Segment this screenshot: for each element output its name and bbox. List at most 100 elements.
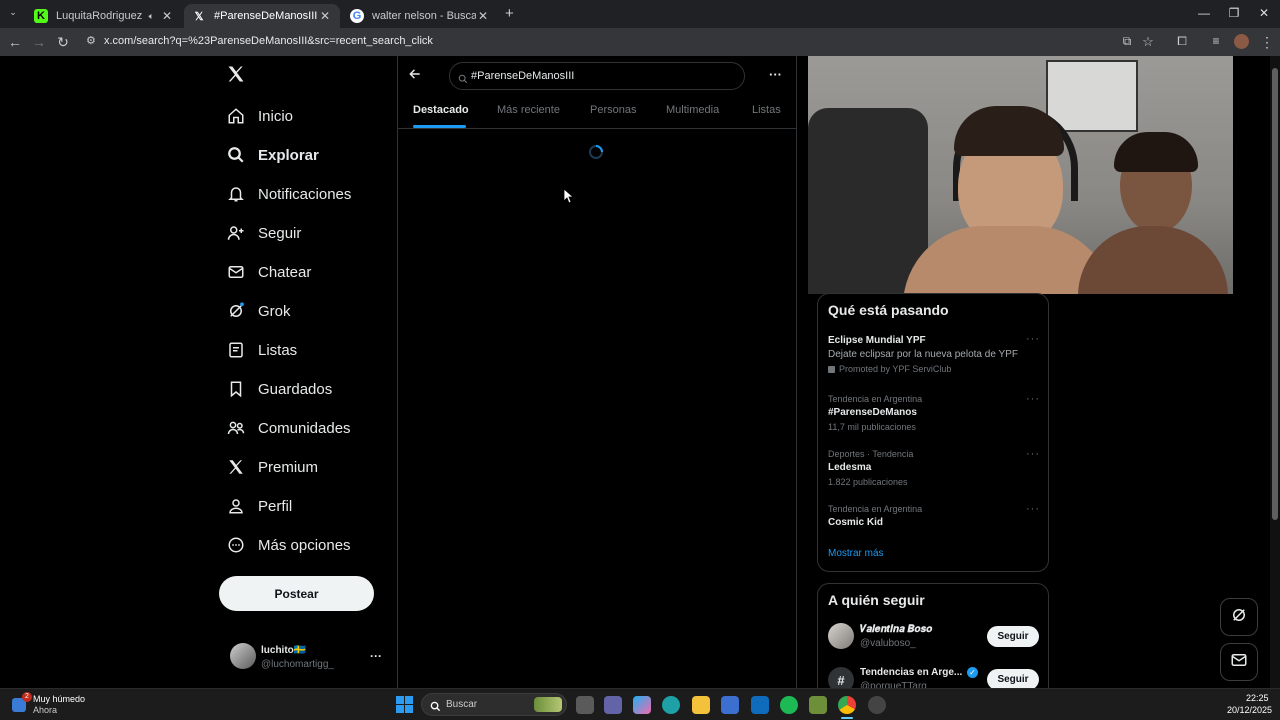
tab-destacado[interactable]: Destacado <box>413 104 469 116</box>
suggested-user-name[interactable]: 𝑽𝒂𝒍𝒆𝒏𝒕𝒊𝒏𝒂 𝑩𝒐𝒔𝒐 <box>860 624 932 635</box>
copilot-icon[interactable] <box>633 696 651 714</box>
site-info-icon[interactable]: ⚙︎ <box>86 34 96 47</box>
tab-mas-reciente[interactable]: Más reciente <box>497 104 560 116</box>
trend-item[interactable]: Deportes · Tendencia Ledesma 1.822 publi… <box>828 449 913 487</box>
trend-more-icon[interactable]: ··· <box>1026 503 1040 515</box>
more-circle-icon <box>226 535 246 555</box>
extensions-icon[interactable]: ⧠ <box>1173 34 1191 49</box>
back-arrow-icon[interactable] <box>408 67 422 86</box>
sidebar-item-inicio[interactable]: Inicio <box>226 102 293 130</box>
minecraft-icon[interactable] <box>809 696 827 714</box>
start-button-icon[interactable] <box>396 696 413 713</box>
grok-icon <box>1230 606 1248 629</box>
clock-date[interactable]: 20/12/2025 <box>1227 705 1272 715</box>
profile-avatar[interactable] <box>1234 34 1249 49</box>
search-input[interactable]: #ParenseDeManosIII <box>449 62 745 90</box>
trend-item[interactable]: Eclipse Mundial YPF Dejate eclipsar por … <box>828 335 1028 374</box>
sidebar-item-seguir[interactable]: Seguir <box>226 219 301 247</box>
close-window-icon[interactable]: ✕ <box>1254 6 1274 20</box>
task-view-icon[interactable] <box>576 696 594 714</box>
tab-multimedia[interactable]: Multimedia <box>666 104 719 116</box>
sidebar-item-guardados[interactable]: Guardados <box>226 375 332 403</box>
tab-x-search[interactable]: 𝕏 #ParenseDeManosIII - Buscar / ✕ <box>184 4 340 28</box>
address-bar[interactable]: ⚙︎ x.com/search?q=%23ParenseDeManosIII&s… <box>80 31 1110 53</box>
taskbar-search-input[interactable]: Buscar <box>421 693 567 716</box>
sidebar-item-notificaciones[interactable]: Notificaciones <box>226 180 351 208</box>
x-logo-icon <box>226 457 246 477</box>
spotify-icon[interactable] <box>780 696 798 714</box>
avatar[interactable] <box>828 623 854 649</box>
sidebar-item-explorar[interactable]: Explorar <box>226 141 319 169</box>
x-page: Inicio Explorar Notificaciones Seguir Ch… <box>0 56 1280 688</box>
mouse-cursor-icon <box>563 188 575 209</box>
verified-badge-icon: ✓ <box>967 667 978 678</box>
tab-listas[interactable]: Listas <box>752 104 781 116</box>
active-app-indicator <box>841 717 853 719</box>
close-tab-icon[interactable]: ✕ <box>318 9 332 23</box>
trend-more-icon[interactable]: ··· <box>1026 448 1040 460</box>
app-icon[interactable] <box>868 696 886 714</box>
account-more-icon[interactable]: ··· <box>370 649 382 663</box>
search-icon <box>430 699 441 717</box>
sidebar-item-premium[interactable]: Premium <box>226 453 318 481</box>
grok-float-button[interactable] <box>1220 598 1258 636</box>
windows-taskbar: 2 Muy húmedo Ahora Buscar 22:25 20/12/20… <box>0 688 1280 720</box>
tab-google-search[interactable]: G walter nelson - Buscar con Goo ✕ <box>342 4 498 28</box>
page-scrollbar[interactable] <box>1270 56 1280 688</box>
account-switcher[interactable]: luchito🇸🇪 @luchomartigg_ ··· <box>228 641 388 675</box>
minimize-icon[interactable]: — <box>1194 6 1214 20</box>
trend-item[interactable]: Tendencia en Argentina #ParenseDeManos 1… <box>828 394 922 432</box>
suggested-user-name[interactable]: Tendencias en Arge... <box>860 667 962 678</box>
sidebar-item-grok[interactable]: Grok <box>226 297 291 325</box>
tab-search-button[interactable]: ⌄ <box>6 7 20 21</box>
post-button[interactable]: Postear <box>219 576 374 611</box>
install-app-icon[interactable]: ⧉ <box>1118 34 1136 49</box>
suggested-user-handle: @valuboso_ <box>860 638 916 649</box>
x-logo-icon[interactable] <box>226 64 246 90</box>
reload-icon[interactable]: ↻ <box>54 34 72 51</box>
mail-icon <box>226 262 246 282</box>
messages-float-button[interactable] <box>1220 643 1258 681</box>
loading-spinner-icon <box>588 144 604 165</box>
outlook-icon[interactable] <box>751 696 769 714</box>
sidebar-item-perfil[interactable]: Perfil <box>226 492 292 520</box>
clock-time[interactable]: 22:25 <box>1246 693 1269 703</box>
bookmark-star-icon[interactable]: ☆ <box>1139 34 1157 50</box>
follow-button[interactable]: Seguir <box>987 626 1039 647</box>
chrome-icon[interactable] <box>838 696 856 714</box>
tab-kick-stream[interactable]: K LuquitaRodriguez Stream - 🔈︎ ✕ <box>26 4 182 28</box>
maximize-icon[interactable]: ❐ <box>1224 6 1244 20</box>
weather-widget[interactable]: 2 Muy húmedo Ahora <box>10 692 110 718</box>
new-tab-button[interactable]: + <box>505 5 514 22</box>
teams-icon[interactable] <box>604 696 622 714</box>
sidebar-item-listas[interactable]: Listas <box>226 336 297 364</box>
url-text: x.com/search?q=%23ParenseDeManosIII&src=… <box>104 35 433 47</box>
trend-more-icon[interactable]: ··· <box>1026 393 1040 405</box>
show-more-link[interactable]: Mostrar más <box>828 548 884 559</box>
bell-icon <box>226 184 246 204</box>
search-more-icon[interactable]: ··· <box>769 67 782 82</box>
trend-more-icon[interactable]: ··· <box>1026 333 1040 345</box>
sidebar-item-chatear[interactable]: Chatear <box>226 258 311 286</box>
sidebar-item-mas-opciones[interactable]: Más opciones <box>226 531 351 559</box>
close-tab-icon[interactable]: ✕ <box>476 9 490 23</box>
edge-icon[interactable] <box>662 696 680 714</box>
file-explorer-icon[interactable] <box>692 696 710 714</box>
google-icon: G <box>350 9 364 23</box>
avatar[interactable]: # <box>828 667 854 688</box>
follow-button[interactable]: Seguir <box>987 669 1039 688</box>
trend-item[interactable]: Tendencia en Argentina Cosmic Kid <box>828 504 922 528</box>
close-tab-icon[interactable]: ✕ <box>160 9 174 23</box>
speaker-icon[interactable]: 🔈︎ <box>149 11 154 22</box>
browser-menu-icon[interactable]: ⋮ <box>1258 34 1276 51</box>
kick-icon: K <box>34 9 48 23</box>
sidebar-item-comunidades[interactable]: Comunidades <box>226 414 351 442</box>
scrollbar-thumb[interactable] <box>1272 68 1278 520</box>
store-icon[interactable] <box>721 696 739 714</box>
back-icon[interactable]: ← <box>6 34 24 50</box>
media-control-icon[interactable]: ≡ <box>1207 34 1225 48</box>
trends-title: Qué está pasando <box>828 302 949 318</box>
forward-icon[interactable]: → <box>30 34 48 50</box>
tab-personas[interactable]: Personas <box>590 104 636 116</box>
account-name: luchito🇸🇪 <box>261 645 307 656</box>
